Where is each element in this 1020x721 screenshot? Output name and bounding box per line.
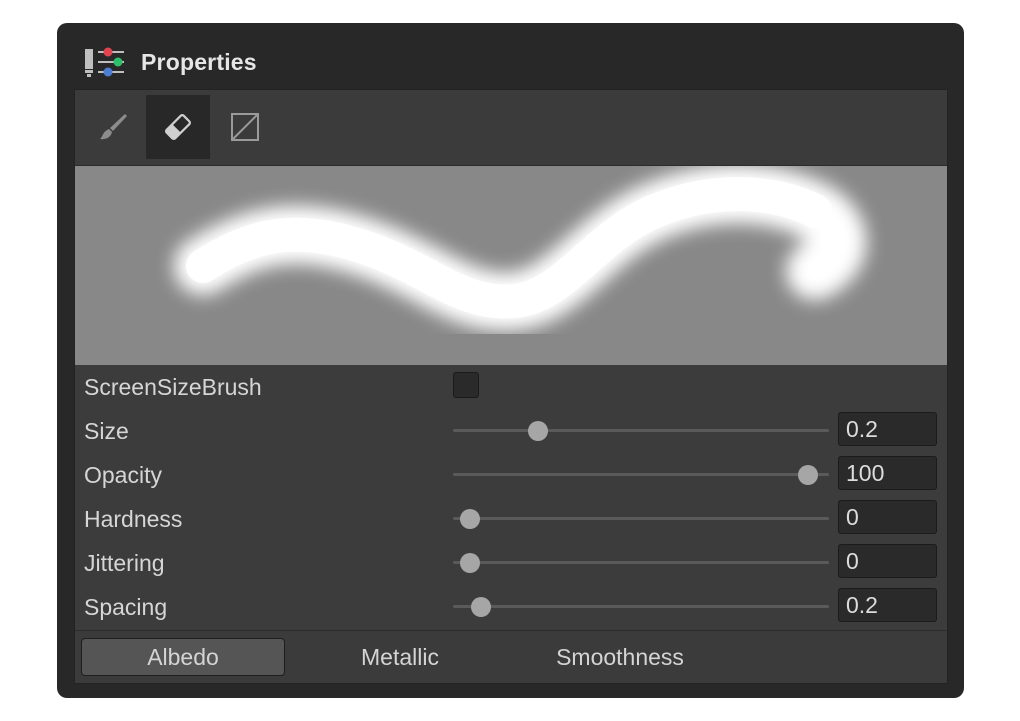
slider-track bbox=[453, 605, 829, 608]
eraser-icon bbox=[165, 114, 191, 140]
slider-thumb[interactable] bbox=[460, 509, 481, 529]
spacing-label: Spacing bbox=[84, 594, 168, 620]
hardness-row: Hardness 0 bbox=[75, 498, 947, 538]
size-label: Size bbox=[84, 418, 129, 444]
spacing-row: Spacing 0.2 bbox=[75, 586, 947, 626]
tool-bar bbox=[75, 90, 947, 166]
spacing-value-field[interactable]: 0.2 bbox=[838, 588, 937, 622]
screen-size-brush-row: ScreenSizeBrush bbox=[75, 366, 947, 406]
brush-stroke-preview bbox=[75, 166, 947, 365]
opacity-value-field[interactable]: 100 bbox=[838, 456, 937, 490]
fill-tool-button[interactable] bbox=[213, 95, 277, 159]
screen-size-brush-label: ScreenSizeBrush bbox=[84, 374, 262, 400]
hardness-label: Hardness bbox=[84, 506, 183, 532]
brush-icon bbox=[100, 114, 127, 140]
jittering-label: Jittering bbox=[84, 550, 165, 576]
size-row: Size 0.2 bbox=[75, 410, 947, 450]
brush-panel: ScreenSizeBrush Size 0.2 Opacity 100 Har… bbox=[74, 89, 948, 684]
slider-thumb[interactable] bbox=[470, 597, 491, 617]
window-title: Properties bbox=[141, 49, 257, 75]
brush-tool-button[interactable] bbox=[81, 95, 145, 159]
eraser-tool-button[interactable] bbox=[146, 95, 210, 159]
opacity-slider[interactable] bbox=[453, 458, 829, 490]
slider-track bbox=[453, 473, 829, 476]
slider-track bbox=[453, 429, 829, 432]
tab-albedo[interactable]: Albedo bbox=[81, 638, 285, 676]
channel-tabs: Albedo Metallic Smoothness bbox=[75, 630, 947, 683]
properties-icon bbox=[85, 47, 124, 77]
fill-box-icon bbox=[231, 113, 259, 141]
stroke-preview-image bbox=[174, 166, 867, 331]
jittering-value-field[interactable]: 0 bbox=[838, 544, 937, 578]
slider-thumb[interactable] bbox=[798, 465, 819, 485]
jittering-slider[interactable] bbox=[453, 546, 829, 578]
size-slider[interactable] bbox=[453, 414, 829, 446]
properties-window: Properties ScreenSizeBrush Size 0.2 Opac… bbox=[57, 23, 964, 698]
tab-smoothness[interactable]: Smoothness bbox=[515, 638, 725, 676]
size-value-field[interactable]: 0.2 bbox=[838, 412, 937, 446]
hardness-slider[interactable] bbox=[453, 502, 829, 534]
slider-thumb[interactable] bbox=[527, 421, 548, 441]
jittering-row: Jittering 0 bbox=[75, 542, 947, 582]
opacity-label: Opacity bbox=[84, 462, 162, 488]
screen-size-brush-checkbox[interactable] bbox=[453, 372, 479, 398]
slider-thumb[interactable] bbox=[460, 553, 481, 573]
slider-track bbox=[453, 517, 829, 520]
title-bar: Properties bbox=[57, 23, 964, 89]
opacity-row: Opacity 100 bbox=[75, 454, 947, 494]
slider-track bbox=[453, 561, 829, 564]
tab-metallic[interactable]: Metallic bbox=[305, 638, 495, 676]
hardness-value-field[interactable]: 0 bbox=[838, 500, 937, 534]
spacing-slider[interactable] bbox=[453, 590, 829, 622]
